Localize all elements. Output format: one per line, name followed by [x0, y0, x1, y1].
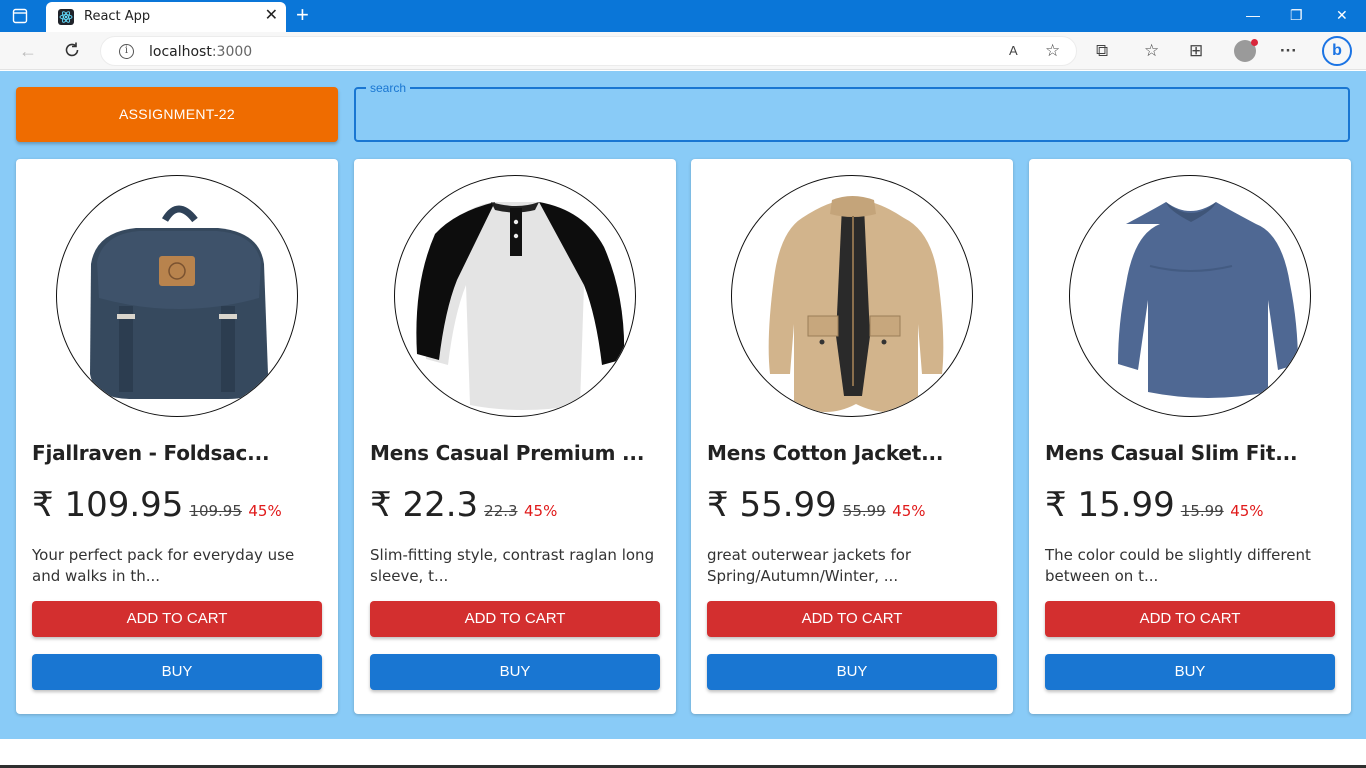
tab-close-icon[interactable]: ✕	[265, 8, 278, 24]
app-container: ASSIGNMENT-22 search Fjallraven - Foldsa…	[0, 71, 1366, 739]
tshirt-image	[1069, 175, 1311, 417]
search-field[interactable]: search	[354, 81, 1350, 142]
buy-button[interactable]: BUY	[32, 654, 322, 690]
back-icon[interactable]: ←	[18, 41, 38, 61]
product-title[interactable]: Fjallraven - Foldsac...	[32, 441, 270, 465]
product-description: The color could be slightly different be…	[1045, 546, 1311, 585]
browser-toolbar: ← i localhost:3000 A ☆ ⧉ ☆ ⊞ ··· b	[0, 32, 1366, 70]
profile-avatar[interactable]	[1234, 39, 1258, 62]
product-mrp: 15.99	[1180, 502, 1224, 520]
jacket-image	[731, 175, 973, 417]
backpack-image	[56, 175, 298, 417]
url-text: localhost:3000	[149, 44, 253, 60]
minimize-button[interactable]: —	[1246, 7, 1260, 23]
product-price: ₹ 55.99	[707, 485, 837, 525]
address-bar[interactable]: i localhost:3000 A ☆	[100, 36, 1077, 66]
search-input[interactable]	[368, 101, 1328, 129]
close-window-button[interactable]: ✕	[1336, 7, 1348, 24]
add-to-cart-button[interactable]: ADD TO CART	[1045, 601, 1335, 637]
product-mrp: 55.99	[842, 502, 886, 520]
product-card: Mens Casual Premium ... ₹ 22.3 22.3 45% S…	[354, 159, 676, 714]
browser-titlebar: React App ✕ + — ❐ ✕	[0, 0, 1366, 32]
product-description: Slim-fitting style, contrast raglan long…	[370, 546, 655, 585]
refresh-icon[interactable]	[62, 41, 82, 61]
assignment-button[interactable]: ASSIGNMENT-22	[16, 87, 338, 142]
notification-dot	[1251, 39, 1258, 46]
buy-button[interactable]: BUY	[707, 654, 997, 690]
product-description: Your perfect pack for everyday use and w…	[32, 546, 295, 585]
page-bottom	[0, 739, 1366, 768]
buy-button[interactable]: BUY	[1045, 654, 1335, 690]
more-menu-icon[interactable]: ···	[1280, 41, 1297, 61]
product-title[interactable]: Mens Casual Premium ...	[370, 441, 644, 465]
product-card: Mens Cotton Jacket... ₹ 55.99 55.99 45% g…	[691, 159, 1013, 714]
product-mrp: 22.3	[484, 502, 518, 520]
add-to-cart-button[interactable]: ADD TO CART	[370, 601, 660, 637]
bing-chat-icon[interactable]: b	[1322, 36, 1352, 66]
price-row: ₹ 15.99 15.99 45%	[1045, 485, 1264, 525]
price-row: ₹ 55.99 55.99 45%	[707, 485, 926, 525]
buy-button[interactable]: BUY	[370, 654, 660, 690]
browser-tab[interactable]: React App ✕	[46, 2, 286, 32]
product-mrp: 109.95	[189, 502, 242, 520]
product-card: Mens Casual Slim Fit... ₹ 15.99 15.99 45%…	[1029, 159, 1351, 714]
site-info-icon[interactable]: i	[119, 44, 134, 59]
raglan-shirt-image	[394, 175, 636, 417]
react-logo-icon	[58, 9, 74, 25]
add-to-cart-button[interactable]: ADD TO CART	[32, 601, 322, 637]
extensions-icon[interactable]: ⧉	[1096, 41, 1108, 61]
discount-badge: 45%	[892, 502, 926, 520]
discount-badge: 45%	[248, 502, 282, 520]
search-label: search	[366, 81, 411, 95]
new-tab-button[interactable]: +	[296, 4, 309, 26]
maximize-button[interactable]: ❐	[1290, 7, 1303, 24]
product-price: ₹ 109.95	[32, 485, 184, 525]
discount-badge: 45%	[524, 502, 558, 520]
product-card: Fjallraven - Foldsac... ₹ 109.95 109.95 4…	[16, 159, 338, 714]
tab-title: React App	[84, 9, 151, 24]
product-description: great outerwear jackets for Spring/Autum…	[707, 546, 912, 585]
discount-badge: 45%	[1230, 502, 1264, 520]
favorites-icon[interactable]: ☆	[1144, 41, 1159, 61]
add-favorite-icon[interactable]: ☆	[1045, 41, 1060, 61]
price-row: ₹ 109.95 109.95 45%	[32, 485, 282, 525]
product-price: ₹ 15.99	[1045, 485, 1175, 525]
tab-actions-icon[interactable]	[12, 8, 28, 24]
product-title[interactable]: Mens Casual Slim Fit...	[1045, 441, 1298, 465]
read-aloud-icon[interactable]: A	[1009, 43, 1018, 58]
add-to-cart-button[interactable]: ADD TO CART	[707, 601, 997, 637]
product-title[interactable]: Mens Cotton Jacket...	[707, 441, 944, 465]
product-price: ₹ 22.3	[370, 485, 479, 525]
collections-icon[interactable]: ⊞	[1189, 41, 1203, 61]
price-row: ₹ 22.3 22.3 45%	[370, 485, 557, 525]
